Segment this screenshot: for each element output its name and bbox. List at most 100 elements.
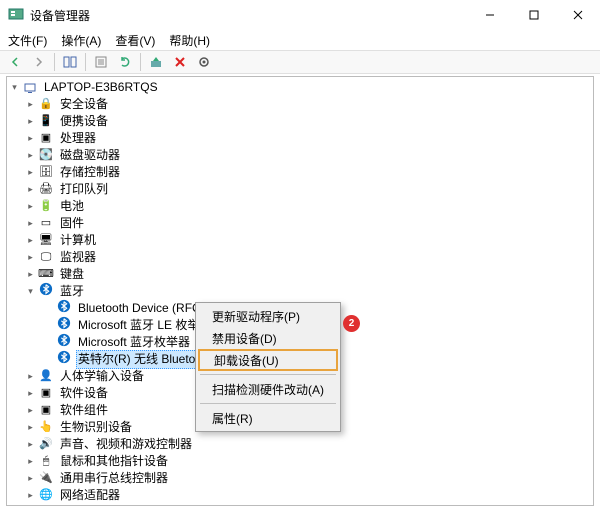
refresh-button[interactable]: [114, 52, 136, 72]
expand-icon[interactable]: ▸: [25, 473, 36, 484]
forward-button[interactable]: [28, 52, 50, 72]
menu-bar: 文件(F) 操作(A) 查看(V) 帮助(H): [0, 30, 600, 50]
tree-category[interactable]: ▸▭固件: [7, 215, 593, 232]
ctx-properties[interactable]: 属性(R): [198, 407, 338, 429]
tree-item-label: 生物识别设备: [58, 419, 134, 436]
tree-category[interactable]: ▸🌐网络适配器: [7, 487, 593, 504]
uninstall-button[interactable]: [169, 52, 191, 72]
tree-category-bluetooth[interactable]: ▾ 蓝牙: [7, 283, 593, 300]
expand-icon[interactable]: ▸: [25, 201, 36, 212]
minimize-button[interactable]: [468, 1, 512, 29]
tree-item-label: 通用串行总线控制器: [58, 470, 170, 487]
expand-icon[interactable]: ▸: [25, 218, 36, 229]
expand-icon[interactable]: ▸: [25, 490, 36, 501]
tree-item-label: 网络适配器: [58, 487, 122, 504]
tree-item-label: 键盘: [58, 266, 86, 283]
expand-icon[interactable]: ▸: [25, 133, 36, 144]
expand-icon[interactable]: ▸: [25, 439, 36, 450]
tree-item-label: 鼠标和其他指针设备: [58, 453, 170, 470]
menu-help[interactable]: 帮助(H): [169, 32, 210, 49]
tree-category[interactable]: ▸🔌通用串行总线控制器: [7, 470, 593, 487]
toolbar: [0, 50, 600, 74]
tree-category[interactable]: ▸▣处理器: [7, 130, 593, 147]
expand-icon[interactable]: ▸: [25, 99, 36, 110]
ctx-disable-device[interactable]: 禁用设备(D): [198, 327, 338, 349]
ctx-separator: [200, 374, 336, 375]
close-button[interactable]: [556, 1, 600, 29]
category-icon: 🖨: [38, 182, 54, 198]
annotation-badge-2: 2: [343, 315, 360, 332]
ctx-uninstall-device[interactable]: 卸载设备(U): [198, 349, 338, 371]
category-icon: 👆: [38, 420, 54, 436]
category-icon: 🔊: [38, 437, 54, 453]
context-menu: 更新驱动程序(P) 2 禁用设备(D) 卸载设备(U) 扫描检测硬件改动(A) …: [195, 302, 341, 432]
scan-hardware-button[interactable]: [193, 52, 215, 72]
expand-icon[interactable]: ▸: [25, 388, 36, 399]
category-icon: ⌨: [38, 267, 54, 283]
tree-category[interactable]: ▸💻系统设备: [7, 504, 593, 506]
tree-item-label: 安全设备: [58, 96, 110, 113]
category-icon: 🗄: [38, 165, 54, 181]
tree-category[interactable]: ▸🗄存储控制器: [7, 164, 593, 181]
category-icon: 🖥: [38, 233, 54, 249]
tree-item-label: 打印队列: [58, 181, 110, 198]
category-icon: 💽: [38, 148, 54, 164]
category-icon: 👤: [38, 369, 54, 385]
expand-icon[interactable]: ▸: [25, 422, 36, 433]
tree-category[interactable]: ▸🔒安全设备: [7, 96, 593, 113]
update-driver-button[interactable]: [145, 52, 167, 72]
ctx-update-driver[interactable]: 更新驱动程序(P): [198, 305, 338, 327]
tree-item-label: 蓝牙: [58, 283, 86, 300]
category-icon: 🔌: [38, 471, 54, 487]
tree-item-label: 计算机: [58, 232, 98, 249]
expand-icon[interactable]: ▸: [25, 252, 36, 263]
expand-icon[interactable]: ▾: [9, 82, 20, 93]
tree-category[interactable]: ▸⌨键盘: [7, 266, 593, 283]
tree-root-computer[interactable]: ▾ LAPTOP-E3B6RTQS: [7, 79, 593, 96]
tree-category[interactable]: ▸🖥计算机: [7, 232, 593, 249]
category-icon: ▣: [38, 386, 54, 402]
tree-item-label: LAPTOP-E3B6RTQS: [42, 79, 160, 96]
back-button[interactable]: [4, 52, 26, 72]
tree-category[interactable]: ▸🖵监视器: [7, 249, 593, 266]
computer-icon: [22, 80, 38, 96]
bluetooth-icon: [56, 301, 72, 317]
maximize-button[interactable]: [512, 1, 556, 29]
expand-icon[interactable]: ▸: [25, 116, 36, 127]
tree-category[interactable]: ▸🔊声音、视频和游戏控制器: [7, 436, 593, 453]
title-bar: 设备管理器: [0, 0, 600, 30]
bluetooth-icon: [56, 352, 72, 368]
menu-view[interactable]: 查看(V): [115, 32, 155, 49]
expand-icon[interactable]: ▸: [25, 167, 36, 178]
expand-icon[interactable]: ▸: [25, 405, 36, 416]
expand-icon[interactable]: ▸: [25, 371, 36, 382]
tree-item-label: Microsoft 蓝牙 LE 枚举器: [76, 317, 213, 334]
tree-category[interactable]: ▸🖨打印队列: [7, 181, 593, 198]
properties-button[interactable]: [90, 52, 112, 72]
expand-icon[interactable]: ▸: [25, 456, 36, 467]
tree-item-label: 固件: [58, 215, 86, 232]
category-icon: ▭: [38, 216, 54, 232]
expand-icon[interactable]: ▸: [25, 235, 36, 246]
show-hide-tree-button[interactable]: [59, 52, 81, 72]
menu-action[interactable]: 操作(A): [61, 32, 101, 49]
tree-item-label: Microsoft 蓝牙枚举器: [76, 334, 192, 351]
category-icon: 📱: [38, 114, 54, 130]
device-tree[interactable]: ▾LAPTOP-E3B6RTQS▸🔒安全设备▸📱便携设备▸▣处理器▸💽磁盘驱动器…: [6, 76, 594, 506]
tree-category[interactable]: ▸💽磁盘驱动器: [7, 147, 593, 164]
expand-icon[interactable]: ▸: [25, 269, 36, 280]
expand-icon[interactable]: ▸: [25, 184, 36, 195]
expand-icon[interactable]: ▸: [25, 150, 36, 161]
toolbar-separator: [54, 53, 55, 71]
ctx-scan-hardware[interactable]: 扫描检测硬件改动(A): [198, 378, 338, 400]
menu-file[interactable]: 文件(F): [8, 32, 47, 49]
tree-item-label: 磁盘驱动器: [58, 147, 122, 164]
bluetooth-icon: [56, 335, 72, 351]
tree-category[interactable]: ▸📱便携设备: [7, 113, 593, 130]
category-icon: 🖵: [38, 250, 54, 266]
tree-category[interactable]: ▸🖱鼠标和其他指针设备: [7, 453, 593, 470]
expand-icon[interactable]: ▾: [25, 286, 36, 297]
category-icon: 🔋: [38, 199, 54, 215]
toolbar-separator: [140, 53, 141, 71]
tree-category[interactable]: ▸🔋电池: [7, 198, 593, 215]
